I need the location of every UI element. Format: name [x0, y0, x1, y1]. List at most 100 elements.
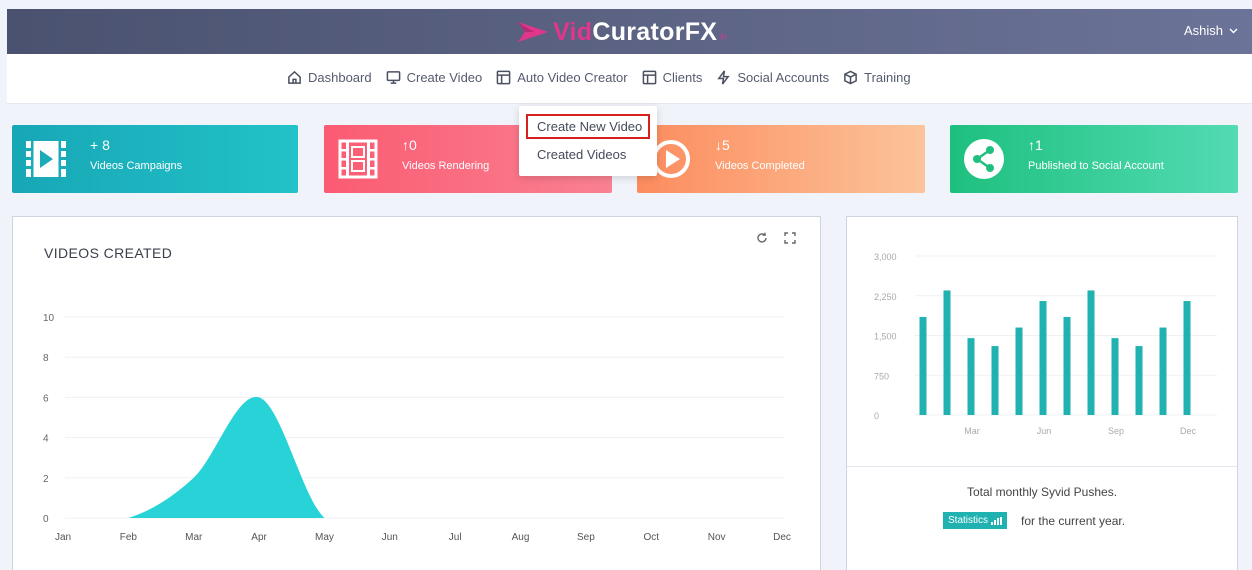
data-point [651, 517, 652, 518]
dropdown-item-create-new-video[interactable]: Create New Video [526, 114, 650, 139]
bar [1135, 346, 1143, 415]
x-tick-label: May [315, 532, 334, 543]
data-point [62, 517, 63, 518]
y-tick-label: 1,500 [874, 332, 897, 342]
x-tick-label: Sep [577, 532, 595, 543]
stat-label: Videos Campaigns [90, 160, 183, 172]
videos-created-panel: VIDEOS CREATED 0 2 4 6 8 10 Jan Feb Mar Apr May Jun… [12, 216, 821, 570]
stat-card-published[interactable]: ↑1 Published to Social Account [950, 125, 1238, 193]
chevron-down-icon [1229, 26, 1238, 36]
y-tick-label: 2,250 [874, 292, 897, 302]
y-tick-label: 2 [43, 474, 49, 485]
area-series [63, 396, 782, 518]
user-name: Ashish [1183, 23, 1223, 38]
bar [1183, 301, 1191, 415]
home-icon [288, 70, 301, 84]
bar [943, 290, 951, 415]
bar [1159, 327, 1167, 415]
x-tick-label: Jun [382, 532, 398, 543]
main-nav: Dashboard Create Video Auto Video Creato… [287, 70, 925, 85]
bar [1063, 316, 1071, 415]
stat-card-campaigns[interactable]: + 8 Videos Campaigns [12, 125, 298, 193]
stats-line: Statistics for the current year. [943, 512, 1125, 529]
statistics-badge[interactable]: Statistics [943, 512, 1008, 529]
share-icon [964, 139, 1004, 179]
y-tick-label: 4 [43, 434, 49, 445]
statistics-badge-label: Statistics [948, 515, 989, 526]
brand-logo[interactable]: VidCuratorFX .io [516, 18, 727, 46]
bar [967, 338, 975, 415]
stat-label: Videos Rendering [402, 160, 490, 172]
y-tick-label: 6 [43, 393, 49, 404]
y-tick-label: 10 [43, 313, 55, 324]
film-strip-icon [26, 141, 66, 177]
stat-label: Published to Social Account [1028, 160, 1164, 172]
user-menu[interactable]: Ashish [1184, 23, 1238, 38]
stat-value: ↓5 [715, 137, 730, 153]
stat-value: ↑1 [1028, 137, 1043, 153]
logo-text-rest: CuratorFX [592, 17, 718, 46]
x-tick-label: Dec [773, 532, 791, 543]
nav-clients-label: Clients [662, 70, 703, 85]
bar [991, 346, 999, 415]
nav-training[interactable]: Training [843, 70, 911, 85]
nav-social-accounts-label: Social Accounts [737, 70, 830, 85]
stats-suffix: for the current year. [1021, 513, 1126, 528]
lightning-icon [717, 70, 731, 85]
stat-value: + 8 [90, 137, 110, 153]
x-tick-label: Jul [449, 532, 462, 543]
nav-dashboard[interactable]: Dashboard [287, 70, 372, 85]
monthly-pushes-chart: 0 750 1,500 2,250 3,000 Mar Jun Sep Dec [874, 252, 1217, 436]
data-point [455, 517, 456, 518]
logo-play-icon [518, 22, 548, 42]
bar [1039, 301, 1047, 415]
x-tick-label: Jun [1037, 426, 1052, 436]
nav-create-video-label: Create Video [406, 70, 483, 85]
data-point [128, 517, 129, 518]
x-tick-label: Oct [643, 532, 659, 543]
x-tick-label: Dec [1180, 426, 1197, 436]
nav-auto-video-creator-label: Auto Video Creator [517, 70, 628, 85]
x-tick-label: Sep [1108, 426, 1124, 436]
monitor-icon [386, 71, 400, 84]
data-point [781, 517, 782, 518]
pushes-footnote: Total monthly Syvid Pushes. [966, 485, 1118, 499]
bar [919, 316, 927, 415]
nav-social-accounts[interactable]: Social Accounts [716, 70, 829, 85]
videos-created-chart: 0 2 4 6 8 10 Jan Feb Mar Apr May Jun Jul Aug Sep Oct Nov… [43, 313, 791, 543]
nav-dashboard-label: Dashboard [308, 70, 372, 85]
y-tick-label: 3,000 [874, 252, 897, 262]
x-tick-label: Mar [964, 426, 980, 436]
y-tick-label: 750 [874, 371, 889, 381]
layout-icon [496, 70, 511, 85]
stat-card-completed[interactable]: ↓5 Videos Completed [637, 125, 925, 193]
x-tick-label: Apr [251, 532, 267, 543]
x-tick-label: Mar [185, 532, 203, 543]
layout-icon [642, 70, 656, 85]
monthly-pushes-panel: 0 750 1,500 2,250 3,000 Mar Jun Sep Dec Total mo… [846, 216, 1238, 570]
bar-chart-icon [991, 516, 1003, 525]
x-tick-label: Jan [55, 532, 71, 543]
dropdown-item-created-videos[interactable]: Created Videos [537, 147, 626, 162]
x-tick-label: Aug [512, 532, 530, 543]
stat-value: ↑0 [402, 137, 417, 153]
nav-create-video[interactable]: Create Video [386, 70, 483, 85]
top-header: VidCuratorFX .io Ashish [7, 9, 1252, 54]
y-tick-label: 0 [43, 514, 49, 525]
nav-clients[interactable]: Clients [642, 70, 703, 85]
bar [1015, 327, 1023, 415]
data-point [520, 517, 521, 518]
data-point [389, 517, 390, 518]
stat-label: Videos Completed [715, 160, 805, 172]
x-tick-label: Feb [120, 532, 138, 543]
panel-divider [847, 466, 1237, 467]
x-tick-label: Nov [708, 532, 726, 543]
data-point [258, 397, 259, 398]
y-tick-label: 8 [43, 353, 49, 364]
auto-video-creator-dropdown: Create New Video Created Videos [519, 106, 657, 176]
bar [1087, 290, 1095, 415]
data-point [585, 517, 586, 518]
main-nav-bar: Dashboard Create Video Auto Video Creato… [7, 54, 1252, 104]
logo-suffix: .io [718, 32, 727, 41]
nav-auto-video-creator[interactable]: Auto Video Creator [496, 70, 628, 85]
